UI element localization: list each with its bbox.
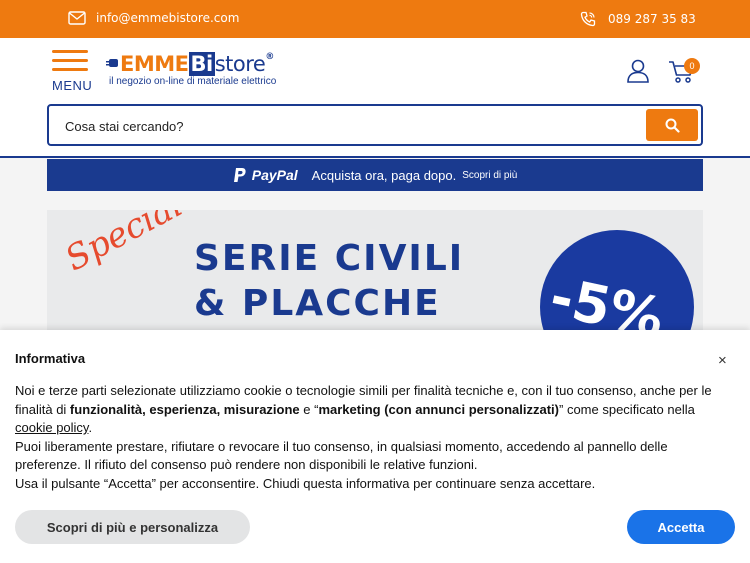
phone-icon [580,11,596,27]
cookie-text: Noi e terze parti selezionate utilizziam… [15,382,715,493]
discount-badge: -5% [540,230,694,330]
paypal-learn-more-link[interactable]: Scopri di più [462,170,517,181]
cookie-paragraph-2: Puoi liberamente prestare, rifiutare o r… [15,438,668,473]
logo-wordmark: EMMEBistore® [120,52,274,76]
phone-text: 089 287 35 83 [608,12,696,26]
cookie-consent-dialog: Informativa × Noi e terze parti selezion… [0,330,750,563]
promo-title-line1: SERIE CIVILI [194,238,465,279]
paypal-text: Acquista ora, paga dopo. [311,167,457,183]
email-link[interactable]: info@emmebistore.com [68,11,239,25]
cart-count-badge: 0 [684,58,700,74]
paypal-logo: PayPal [233,167,298,183]
close-icon[interactable]: × [718,352,727,369]
plug-icon [106,59,118,67]
promo-title-line2: & PLACCHE [194,283,441,324]
logo-tagline: il negozio on-line di materiale elettric… [109,76,277,87]
top-bar: info@emmebistore.com 089 287 35 83 [0,0,750,38]
phone-link[interactable]: 089 287 35 83 [580,11,696,27]
mail-icon [68,11,86,25]
email-text: info@emmebistore.com [96,11,240,25]
cookie-title: Informativa [15,351,86,366]
search-bar [47,104,703,146]
user-icon[interactable] [626,58,650,84]
accept-button[interactable]: Accetta [627,510,735,544]
paypal-banner[interactable]: PayPal Acquista ora, paga dopo. Scopri d… [47,159,703,191]
site-header: MENU EMMEBistore® il negozio on-line di … [0,38,750,158]
learn-more-customize-button[interactable]: Scopri di più e personalizza [15,510,250,544]
cookie-policy-link[interactable]: cookie policy [15,420,88,435]
cookie-paragraph-1: Noi e terze parti selezionate utilizziam… [15,383,712,435]
promo-banner[interactable]: Speciale! SERIE CIVILI & PLACCHE -5% [47,210,703,330]
search-icon [665,118,680,133]
search-input[interactable] [65,116,625,136]
menu-label: MENU [52,78,93,93]
cookie-paragraph-3: Usa il pulsante “Accetta” per acconsenti… [15,475,596,491]
search-button[interactable] [646,109,698,141]
site-logo[interactable]: EMMEBistore® il negozio on-line di mater… [106,50,306,90]
paypal-icon [233,168,246,182]
